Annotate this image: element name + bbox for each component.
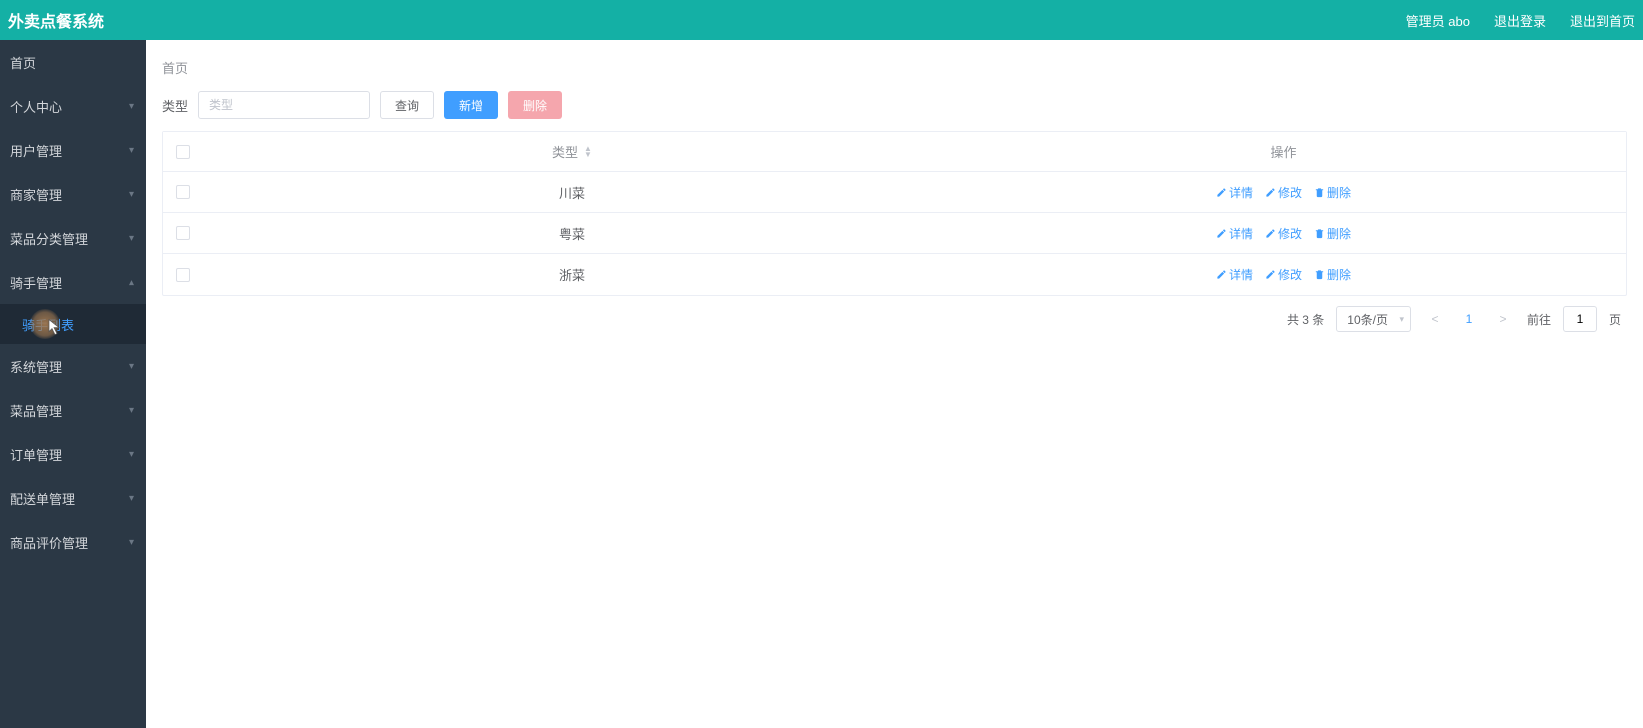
filter-bar: 类型 查询 新增 删除 (146, 91, 1643, 131)
edit-icon (1265, 228, 1276, 239)
sidebar-item-label: 商家管理 (10, 185, 62, 204)
chevron-down-icon: ▾ (129, 493, 134, 504)
sort-icon[interactable]: ▲▼ (584, 146, 592, 158)
edit-link[interactable]: 修改 (1265, 184, 1302, 201)
chevron-down-icon: ▾ (129, 145, 134, 156)
sidebar-item-users[interactable]: 用户管理 ▾ (0, 128, 146, 172)
sidebar-item-home[interactable]: 首页 (0, 40, 146, 84)
cell-type: 川菜 (559, 183, 585, 202)
filter-label: 类型 (162, 96, 188, 115)
sidebar-item-label: 个人中心 (10, 97, 62, 116)
page-size-value: 10条/页 (1347, 311, 1388, 328)
goto-input[interactable] (1563, 306, 1597, 332)
delete-link[interactable]: 删除 (1314, 225, 1351, 242)
delete-link[interactable]: 删除 (1314, 184, 1351, 201)
sidebar-item-personal[interactable]: 个人中心 ▾ (0, 84, 146, 128)
page-size-select[interactable]: 10条/页 ▾ (1336, 306, 1411, 332)
chevron-down-icon: ▾ (129, 405, 134, 416)
trash-icon (1314, 228, 1325, 239)
chevron-down-icon: ▾ (129, 189, 134, 200)
pagination-total: 共 3 条 (1287, 311, 1324, 328)
header-user[interactable]: 管理员 abo (1406, 11, 1470, 30)
sidebar-item-label: 系统管理 (10, 357, 62, 376)
add-button[interactable]: 新增 (444, 91, 498, 119)
app-title: 外卖点餐系统 (8, 8, 104, 32)
sidebar-subitem-rider-list[interactable]: 骑手列表 (0, 304, 146, 344)
select-all-checkbox[interactable] (176, 145, 190, 159)
sidebar-item-label: 首页 (10, 53, 36, 72)
sidebar-item-label: 配送单管理 (10, 489, 75, 508)
row-checkbox[interactable] (176, 185, 190, 199)
table-row: 川菜 详情 修改 删除 (163, 172, 1626, 213)
chevron-down-icon: ▾ (129, 101, 134, 112)
table-row: 浙菜 详情 修改 删除 (163, 254, 1626, 295)
table-row: 粤菜 详情 修改 删除 (163, 213, 1626, 254)
type-filter-input[interactable] (198, 91, 370, 119)
trash-icon (1314, 269, 1325, 280)
sidebar-item-dish-category[interactable]: 菜品分类管理 ▾ (0, 216, 146, 260)
chevron-down-icon: ▾ (129, 449, 134, 460)
delete-link[interactable]: 删除 (1314, 266, 1351, 283)
edit-icon (1216, 187, 1227, 198)
detail-link[interactable]: 详情 (1216, 225, 1253, 242)
edit-icon (1216, 269, 1227, 280)
search-button[interactable]: 查询 (380, 91, 434, 119)
pagination: 共 3 条 10条/页 ▾ < 1 > 前往 页 (146, 296, 1643, 342)
sidebar-item-label: 菜品分类管理 (10, 229, 88, 248)
sidebar-item-reviews[interactable]: 商品评价管理 ▾ (0, 520, 146, 564)
page-number[interactable]: 1 (1459, 312, 1479, 326)
sidebar-item-label: 菜品管理 (10, 401, 62, 420)
row-checkbox[interactable] (176, 268, 190, 282)
main-content: 首页 类型 查询 新增 删除 类型 ▲▼ 操作 川菜 详情 (146, 40, 1643, 728)
sidebar-item-label: 骑手管理 (10, 273, 62, 292)
column-header-type[interactable]: 类型 (552, 142, 578, 161)
next-page[interactable]: > (1491, 312, 1515, 326)
sidebar: 首页 个人中心 ▾ 用户管理 ▾ 商家管理 ▾ 菜品分类管理 ▾ 骑手管理 ▾ … (0, 40, 146, 728)
chevron-down-icon: ▾ (1399, 314, 1404, 325)
sidebar-item-riders[interactable]: 骑手管理 ▾ (0, 260, 146, 304)
detail-link[interactable]: 详情 (1216, 266, 1253, 283)
breadcrumb: 首页 (146, 40, 1643, 91)
sidebar-item-merchants[interactable]: 商家管理 ▾ (0, 172, 146, 216)
sidebar-item-label: 商品评价管理 (10, 533, 88, 552)
prev-page[interactable]: < (1423, 312, 1447, 326)
sidebar-item-system[interactable]: 系统管理 ▾ (0, 344, 146, 388)
cell-type: 粤菜 (559, 224, 585, 243)
goto-suffix: 页 (1609, 311, 1621, 328)
sidebar-item-label: 订单管理 (10, 445, 62, 464)
goto-label: 前往 (1527, 311, 1551, 328)
exit-home-link[interactable]: 退出到首页 (1570, 11, 1635, 30)
chevron-down-icon: ▾ (129, 361, 134, 372)
sidebar-item-label: 骑手列表 (22, 315, 74, 334)
column-header-actions: 操作 (1270, 142, 1296, 161)
sidebar-item-orders[interactable]: 订单管理 ▾ (0, 432, 146, 476)
chevron-down-icon: ▾ (129, 537, 134, 548)
row-checkbox[interactable] (176, 226, 190, 240)
app-header: 外卖点餐系统 管理员 abo 退出登录 退出到首页 (0, 0, 1643, 40)
detail-link[interactable]: 详情 (1216, 184, 1253, 201)
data-table: 类型 ▲▼ 操作 川菜 详情 修改 删除 粤菜 详情 修改 (162, 131, 1627, 296)
edit-icon (1265, 187, 1276, 198)
delete-button[interactable]: 删除 (508, 91, 562, 119)
chevron-up-icon: ▾ (129, 277, 134, 288)
trash-icon (1314, 187, 1325, 198)
cell-type: 浙菜 (559, 265, 585, 284)
edit-icon (1216, 228, 1227, 239)
edit-link[interactable]: 修改 (1265, 266, 1302, 283)
table-header-row: 类型 ▲▼ 操作 (163, 132, 1626, 172)
edit-link[interactable]: 修改 (1265, 225, 1302, 242)
edit-icon (1265, 269, 1276, 280)
sidebar-item-label: 用户管理 (10, 141, 62, 160)
chevron-down-icon: ▾ (129, 233, 134, 244)
sidebar-item-dishes[interactable]: 菜品管理 ▾ (0, 388, 146, 432)
sidebar-item-delivery[interactable]: 配送单管理 ▾ (0, 476, 146, 520)
logout-link[interactable]: 退出登录 (1494, 11, 1546, 30)
